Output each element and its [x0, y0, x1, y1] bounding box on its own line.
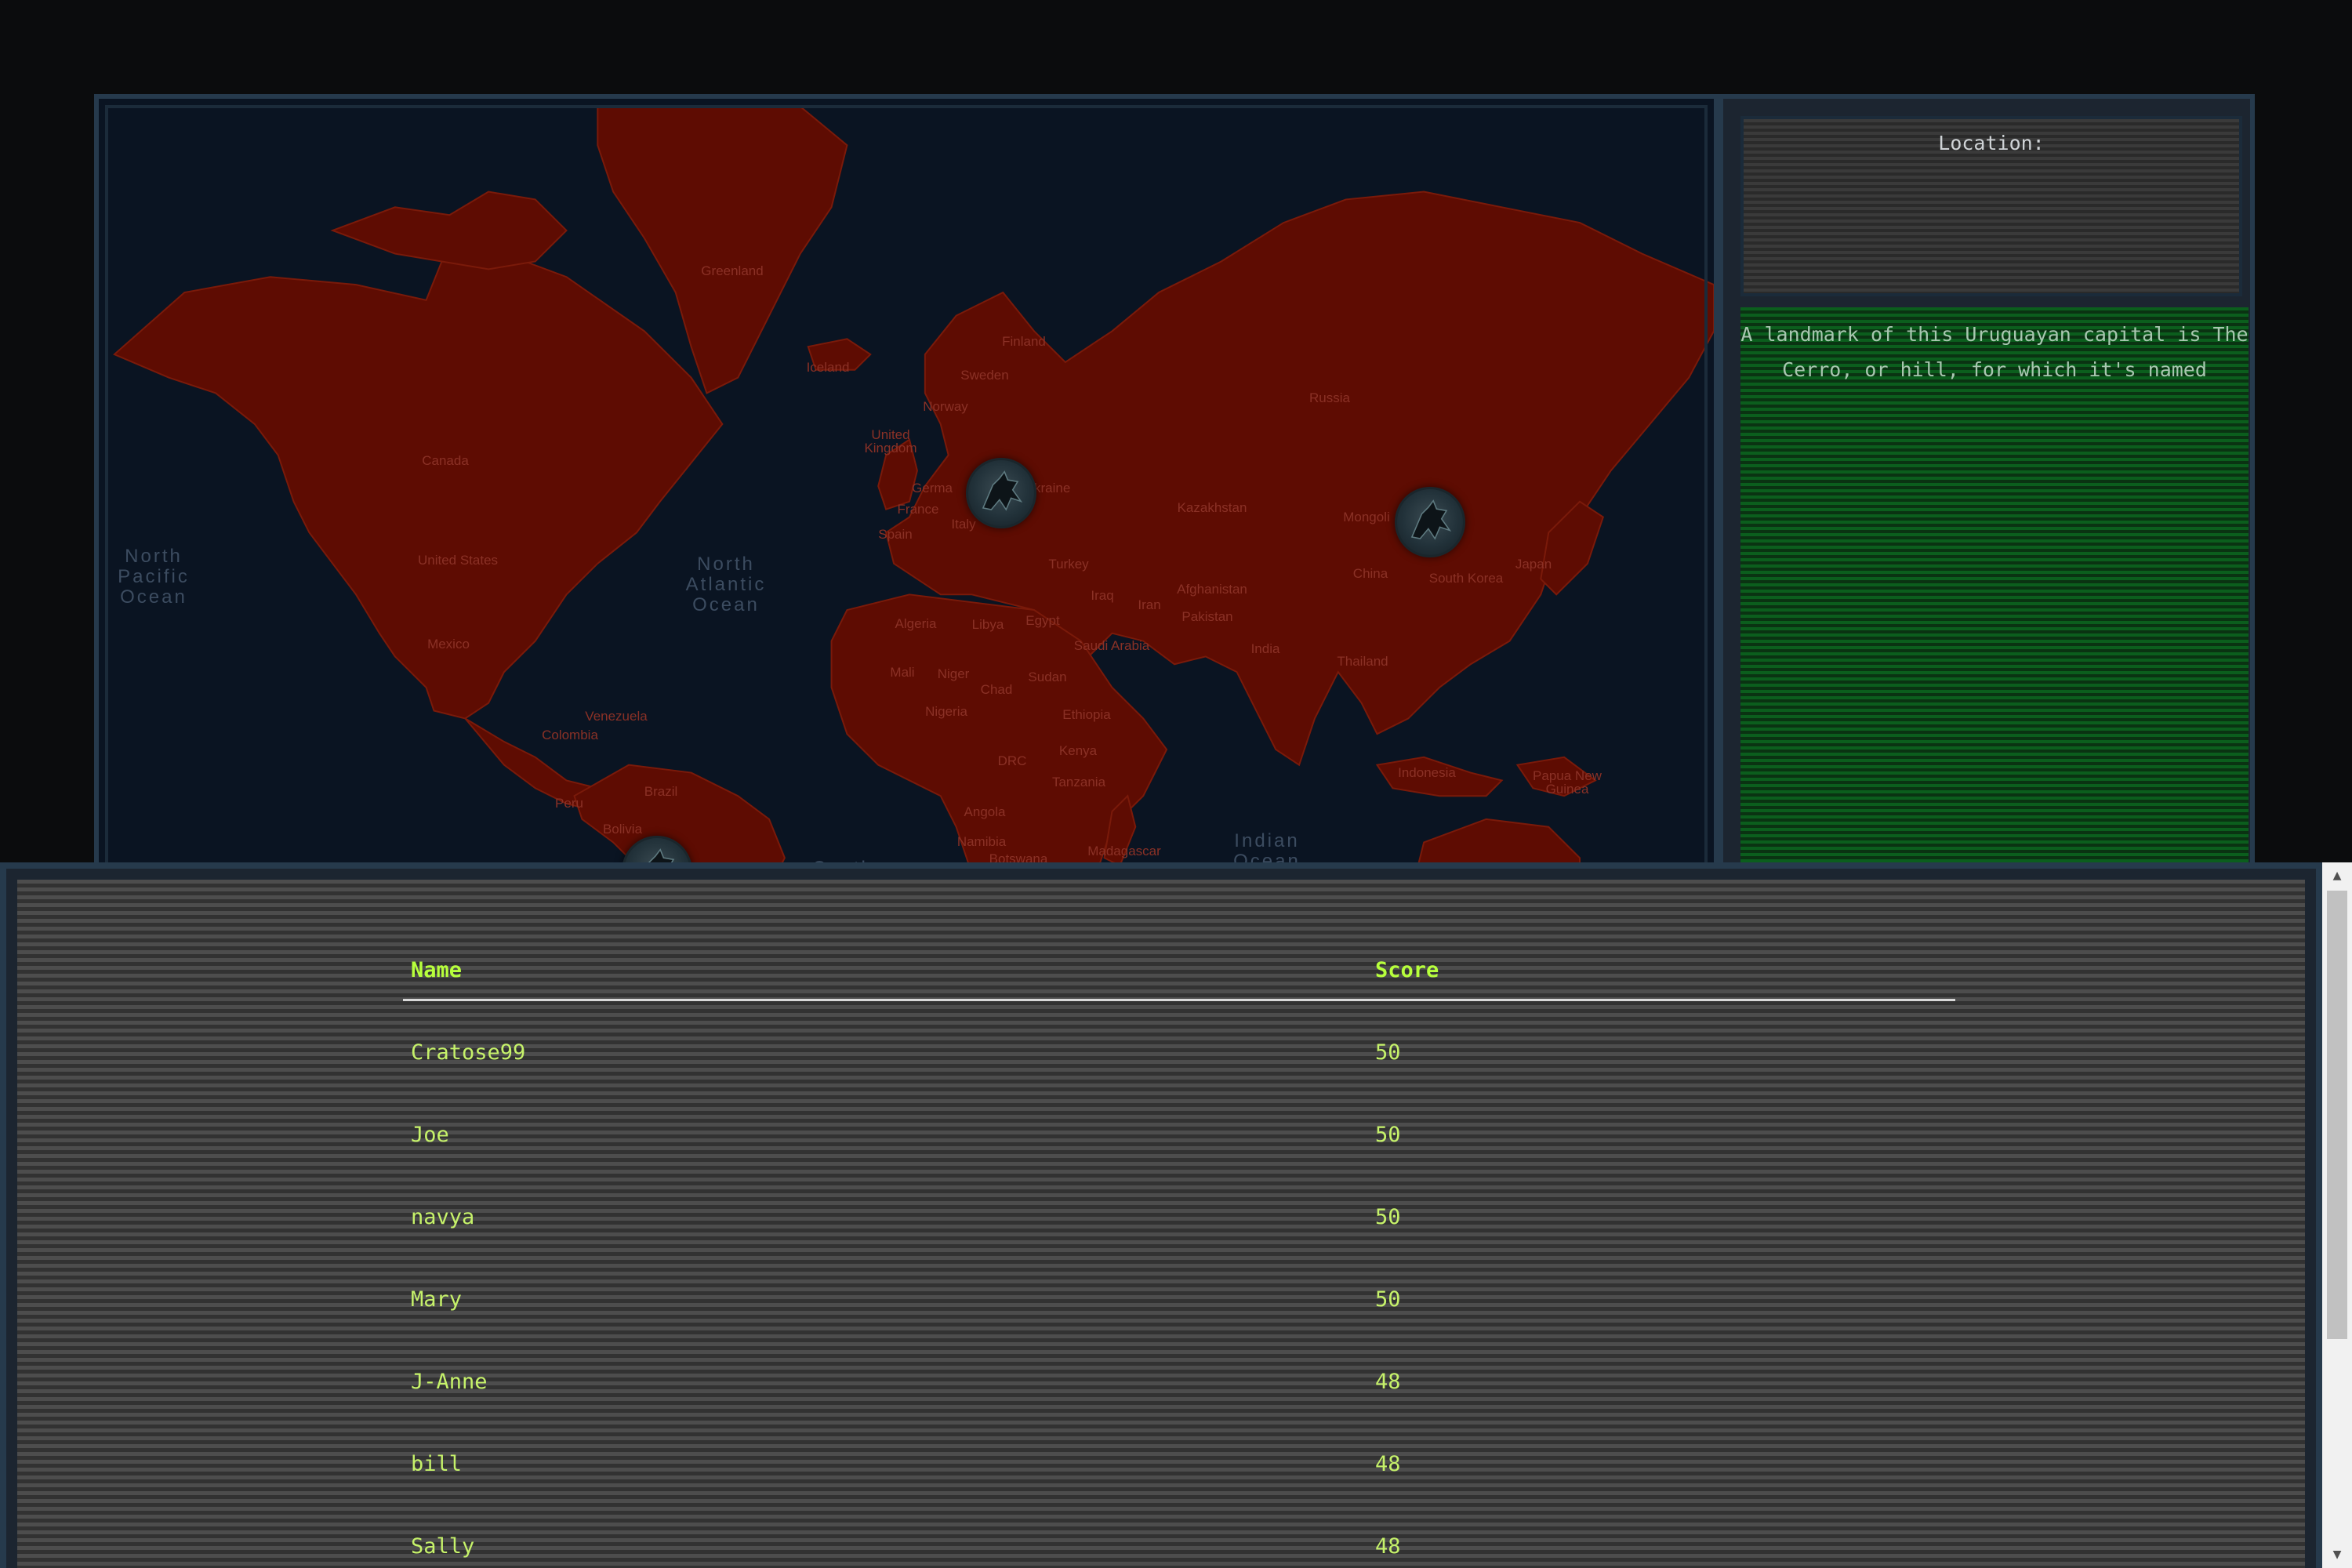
- column-header-name[interactable]: Name: [411, 958, 462, 982]
- table-header-row: Name Score: [394, 958, 1954, 999]
- player-score: 48: [1375, 1534, 1401, 1559]
- player-score: 50: [1375, 1205, 1401, 1229]
- page-scrollbar[interactable]: ▲ ▼: [2322, 862, 2352, 1568]
- country-label-united-states: United States: [417, 553, 499, 568]
- player-name: Joe: [411, 1123, 449, 1147]
- table-row: Cratose99 50: [394, 1040, 1954, 1123]
- player-score: 48: [1375, 1452, 1401, 1476]
- landmass-arctic-islands: [330, 191, 568, 270]
- scrollbar-thumb[interactable]: [2327, 891, 2347, 1339]
- table-row: bill 48: [394, 1452, 1954, 1534]
- country-label-mongolia: Mongoli: [1343, 510, 1390, 524]
- scroll-up-arrow-icon[interactable]: ▲: [2322, 862, 2352, 889]
- country-label-egypt: Egypt: [1025, 613, 1060, 628]
- country-label-united-kingdom: United Kingdom: [864, 427, 917, 456]
- ocean-label-north-pacific: North Pacific Ocean: [118, 546, 190, 608]
- country-label-nigeria: Nigeria: [925, 704, 967, 719]
- country-label-france: France: [897, 502, 939, 517]
- country-label-brazil: Brazil: [644, 784, 678, 799]
- country-label-mali: Mali: [890, 665, 915, 680]
- clue-text: A landmark of this Uruguayan capital is …: [1740, 323, 2249, 381]
- country-label-norway: Norway: [923, 399, 968, 414]
- country-label-angola: Angola: [964, 804, 1006, 819]
- location-box: Location:: [1740, 116, 2242, 296]
- country-label-sudan: Sudan: [1028, 670, 1067, 684]
- table-row: navya 50: [394, 1205, 1954, 1287]
- ocean-label-north-atlantic: North Atlantic Ocean: [685, 554, 767, 615]
- country-label-papua-new-guinea: Papua New Guinea: [1533, 768, 1602, 797]
- country-label-venezuela: Venezuela: [585, 709, 648, 724]
- player-score: 50: [1375, 1040, 1401, 1065]
- map-landmasses: [113, 105, 1714, 873]
- player-name: Mary: [411, 1287, 463, 1312]
- leaderboard-panel: Name Score Cratose99 50 Joe 50 navya 50 …: [0, 862, 2322, 1568]
- header-divider: [403, 999, 1955, 1001]
- country-label-indonesia: Indonesia: [1398, 765, 1456, 780]
- country-label-china: China: [1352, 566, 1388, 581]
- leaderboard-table: Name Score Cratose99 50 Joe 50 navya 50 …: [394, 958, 1955, 1568]
- player-name: Cratose99: [411, 1040, 526, 1065]
- table-row: Sally 48: [394, 1534, 1954, 1568]
- creature-marker-icon[interactable]: [966, 458, 1036, 528]
- country-label-saudi-arabia: Saudi Arabia: [1073, 638, 1150, 653]
- country-label-greenland: Greenland: [701, 263, 764, 278]
- table-row: Mary 50: [394, 1287, 1954, 1370]
- country-label-bolivia: Bolivia: [602, 822, 643, 837]
- creature-icon: [1410, 499, 1452, 540]
- country-label-madagascar: Madagascar: [1087, 844, 1161, 858]
- country-label-germany: Germa: [912, 481, 953, 495]
- scroll-down-arrow-icon[interactable]: ▼: [2322, 1541, 2352, 1568]
- country-label-libya: Libya: [971, 617, 1004, 632]
- table-row: Joe 50: [394, 1123, 1954, 1205]
- country-label-spain: Spain: [878, 527, 913, 542]
- country-label-tanzania: Tanzania: [1051, 775, 1106, 789]
- country-label-iran: Iran: [1138, 597, 1161, 612]
- country-label-turkey: Turkey: [1048, 557, 1089, 572]
- country-label-namibia: Namibia: [956, 834, 1007, 849]
- player-score: 50: [1375, 1123, 1401, 1147]
- player-name: bill: [411, 1452, 463, 1476]
- leaderboard-body: Name Score Cratose99 50 Joe 50 navya 50 …: [17, 880, 2305, 1568]
- country-label-kenya: Kenya: [1058, 743, 1098, 758]
- country-label-south-korea: South Korea: [1428, 571, 1504, 586]
- country-label-iceland: Iceland: [806, 360, 850, 375]
- country-label-algeria: Algeria: [895, 616, 937, 631]
- creature-marker-icon[interactable]: [1395, 487, 1465, 557]
- player-name: navya: [411, 1205, 475, 1229]
- country-label-pakistan: Pakistan: [1181, 609, 1233, 624]
- clue-box: A landmark of this Uruguayan capital is …: [1740, 307, 2249, 873]
- table-row: J-Anne 48: [394, 1370, 1954, 1452]
- country-label-ethiopia: Ethiopia: [1062, 707, 1111, 722]
- player-score: 48: [1375, 1370, 1401, 1394]
- country-label-canada: Canada: [422, 453, 469, 468]
- player-name: Sally: [411, 1534, 475, 1559]
- country-label-mexico: Mexico: [427, 637, 470, 652]
- country-label-kazakhstan: Kazakhstan: [1177, 500, 1247, 515]
- country-label-sweden: Sweden: [960, 368, 1009, 383]
- world-map[interactable]: North Pacific Ocean North Atlantic Ocean…: [94, 94, 1719, 878]
- side-panel: Location: A landmark of this Uruguayan c…: [1719, 94, 2255, 878]
- location-label: Location:: [1938, 132, 2045, 154]
- country-label-peru: Peru: [555, 796, 583, 811]
- country-label-niger: Niger: [937, 666, 970, 681]
- country-label-colombia: Colombia: [542, 728, 598, 742]
- column-header-score[interactable]: Score: [1375, 958, 1439, 982]
- country-label-finland: Finland: [1002, 334, 1046, 349]
- country-label-thailand: Thailand: [1337, 654, 1388, 669]
- country-label-japan: Japan: [1515, 557, 1552, 572]
- landmass-north-america: [113, 252, 724, 720]
- country-label-iraq: Iraq: [1091, 588, 1114, 603]
- country-label-india: India: [1250, 641, 1280, 656]
- player-name: J-Anne: [411, 1370, 488, 1394]
- creature-icon: [982, 470, 1023, 511]
- player-score: 50: [1375, 1287, 1401, 1312]
- country-label-drc: DRC: [997, 753, 1027, 768]
- country-label-afghanistan: Afghanistan: [1177, 582, 1247, 597]
- country-label-chad: Chad: [980, 682, 1013, 697]
- country-label-russia: Russia: [1309, 390, 1350, 405]
